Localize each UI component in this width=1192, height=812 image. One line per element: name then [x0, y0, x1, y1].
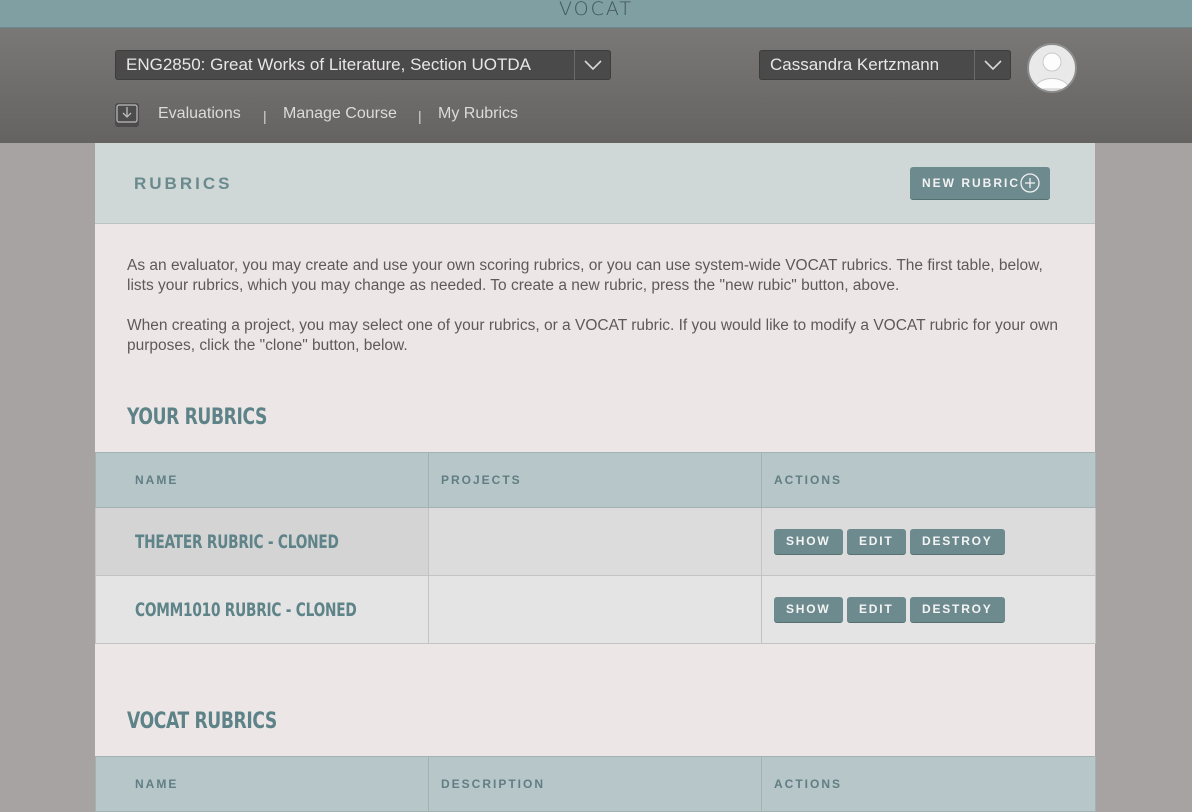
avatar[interactable] [1027, 43, 1077, 93]
user-select-label: Cassandra Kertzmann [770, 55, 940, 74]
rubric-name-cell: THEATER RUBRIC - CLONED [95, 507, 429, 576]
vocat-logo[interactable]: VOCAT [0, 0, 1192, 20]
destroy-button[interactable]: DESTROY [909, 597, 1005, 622]
rubric-name[interactable]: THEATER RUBRIC - CLONED [135, 531, 339, 553]
intro-paragraph: As an evaluator, you may create and use … [127, 257, 1043, 294]
show-button[interactable]: SHOW [774, 529, 843, 554]
course-select-label: ENG2850: Great Works of Literature, Sect… [126, 55, 532, 74]
header: ENG2850: Great Works of Literature, Sect… [0, 28, 1192, 143]
panel-header: RUBRICS NEW RUBRIC [95, 143, 1095, 224]
chevron-down-icon[interactable] [574, 50, 611, 80]
your-rubrics-table: NAME PROJECTS ACTIONS THEATER RUBRIC - C… [95, 452, 1096, 644]
table-row: COMM1010 RUBRIC - CLONED SHOW EDIT DESTR… [95, 575, 1096, 644]
table-row: THEATER RUBRIC - CLONED SHOW EDIT DESTRO… [95, 507, 1096, 576]
destroy-button[interactable]: DESTROY [909, 529, 1005, 554]
course-select[interactable]: ENG2850: Great Works of Literature, Sect… [115, 50, 611, 80]
column-header-projects: PROJECTS [428, 452, 762, 508]
column-header-description: DESCRIPTION [428, 756, 762, 812]
nav-my-rubrics[interactable]: My Rubrics [438, 105, 518, 123]
edit-button[interactable]: EDIT [846, 529, 906, 554]
nav-separator: | [263, 108, 267, 124]
your-rubrics-title: YOUR RUBRICS [127, 405, 267, 430]
page-title: RUBRICS [134, 174, 233, 193]
column-header-name: NAME [95, 452, 429, 508]
plus-circle-icon [1020, 173, 1040, 198]
edit-button[interactable]: EDIT [846, 597, 906, 622]
rubric-name-cell: COMM1010 RUBRIC - CLONED [95, 575, 429, 644]
main-panel: RUBRICS NEW RUBRIC As an evaluator, you … [95, 143, 1096, 812]
column-header-actions: ACTIONS [761, 452, 1096, 508]
nav-manage-course[interactable]: Manage Course [283, 105, 397, 123]
new-rubric-button[interactable]: NEW RUBRIC [910, 167, 1050, 199]
show-button[interactable]: SHOW [774, 597, 843, 622]
vocat-rubrics-table: NAME DESCRIPTION ACTIONS [95, 756, 1096, 812]
intro-paragraph: When creating a project, you may select … [127, 317, 1058, 354]
table-header-row: NAME DESCRIPTION ACTIONS [95, 756, 1096, 812]
rubric-actions-cell: SHOW EDIT DESTROY [761, 575, 1096, 644]
rubric-projects-cell [428, 507, 762, 576]
column-header-name: NAME [95, 756, 429, 812]
table-header-row: NAME PROJECTS ACTIONS [95, 452, 1096, 508]
intro-text: As an evaluator, you may create and use … [127, 256, 1072, 376]
column-header-actions: ACTIONS [761, 756, 1096, 812]
nav-separator: | [418, 108, 422, 124]
rubric-actions-cell: SHOW EDIT DESTROY [761, 507, 1096, 576]
user-avatar-icon [1034, 52, 1070, 90]
download-icon[interactable] [115, 103, 139, 127]
rubric-projects-cell [428, 575, 762, 644]
new-rubric-label: NEW RUBRIC [922, 176, 1020, 190]
user-select[interactable]: Cassandra Kertzmann [759, 50, 1011, 80]
rubric-name[interactable]: COMM1010 RUBRIC - CLONED [135, 599, 357, 621]
chevron-down-icon[interactable] [974, 50, 1011, 80]
nav-evaluations[interactable]: Evaluations [158, 105, 241, 123]
top-bar: VOCAT [0, 0, 1192, 28]
vocat-rubrics-title: VOCAT RUBRICS [127, 709, 277, 734]
